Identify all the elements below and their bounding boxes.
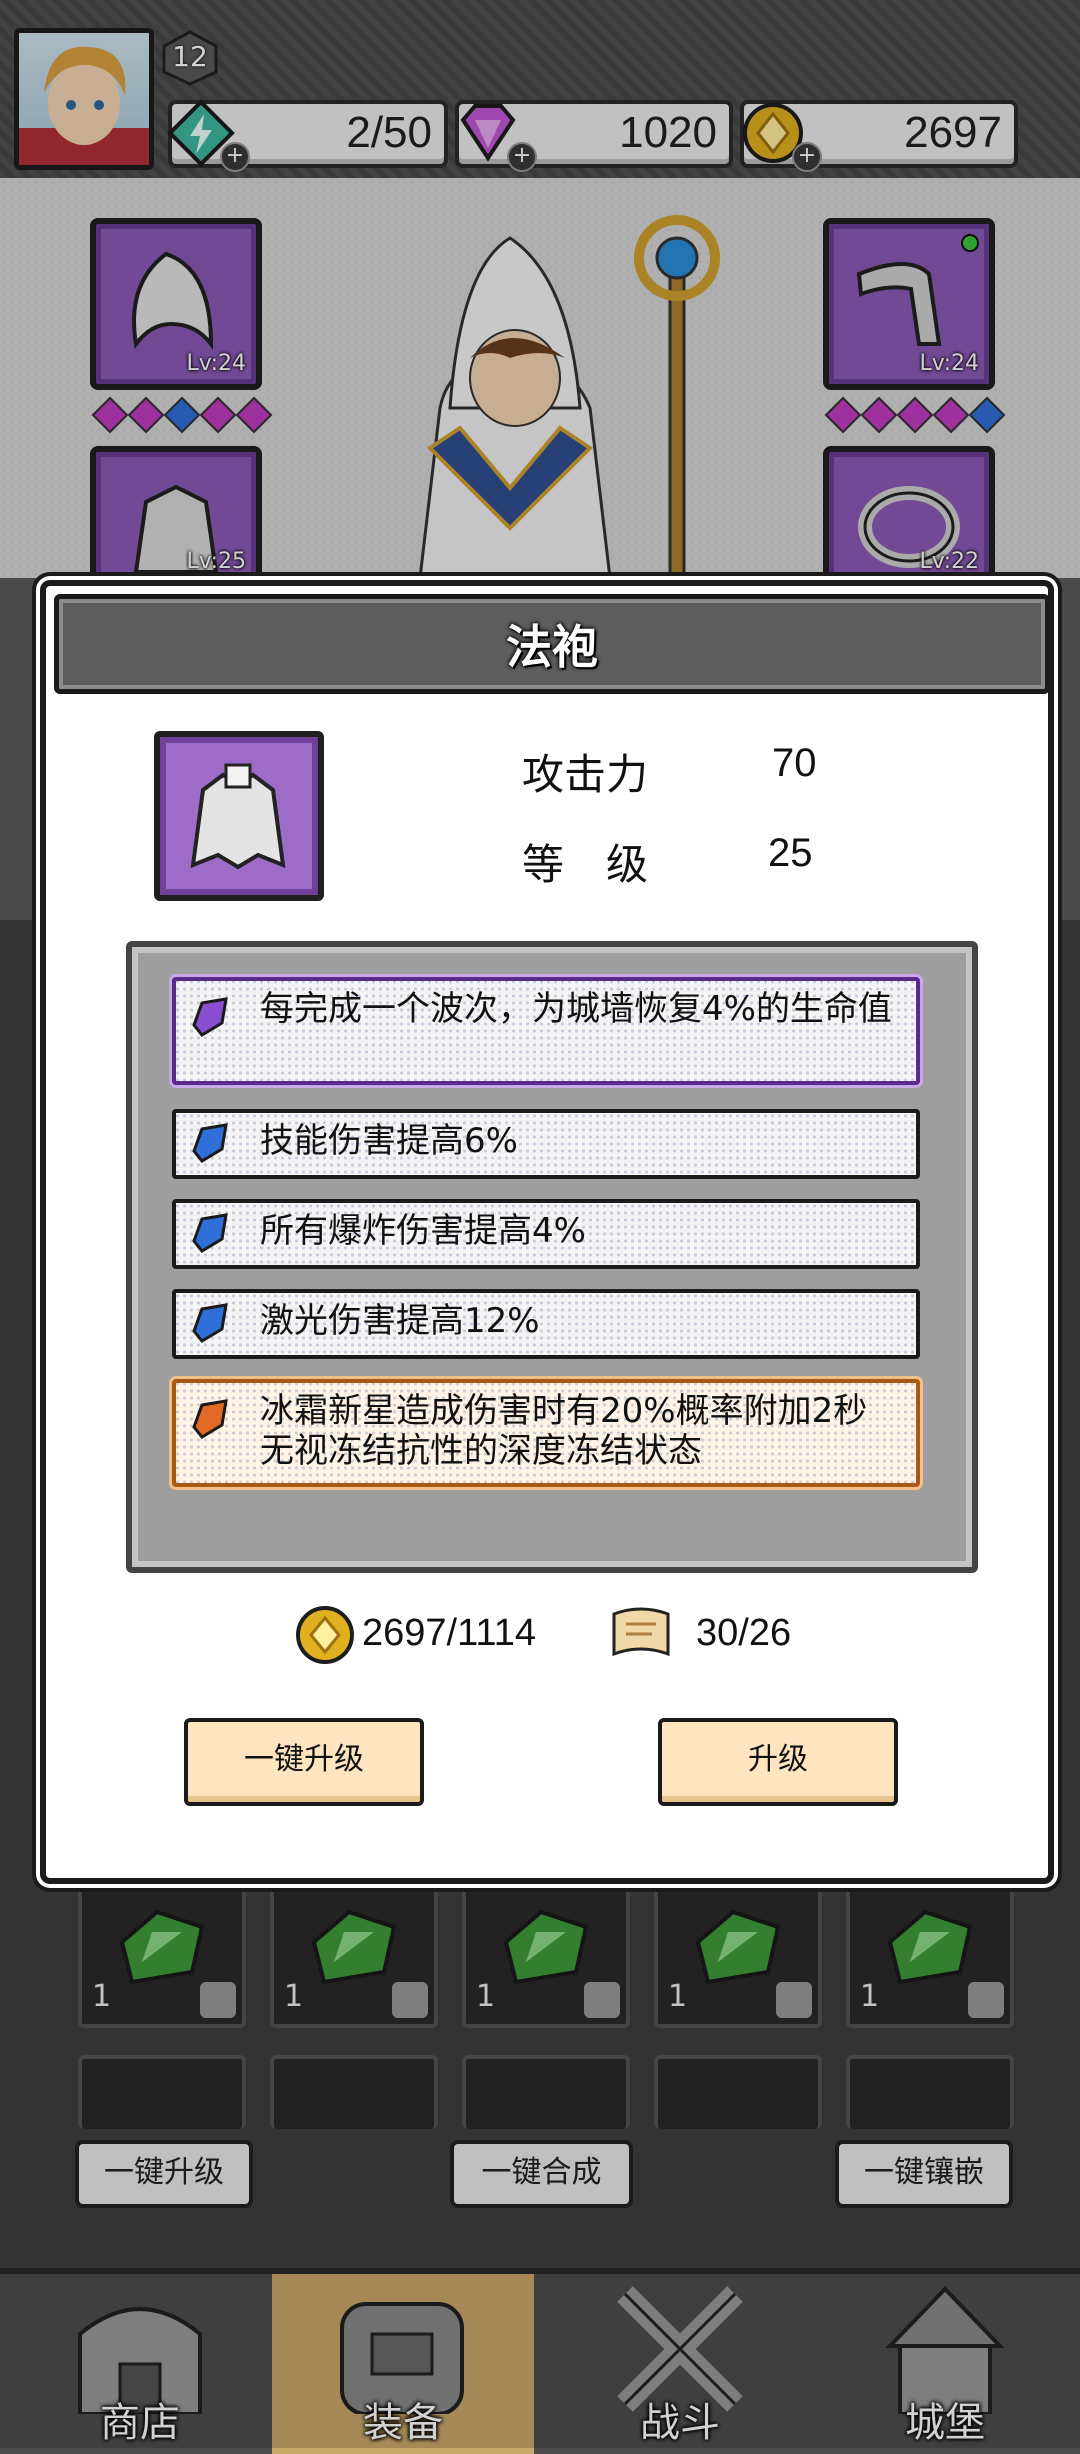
auto-upgrade-button[interactable]: 一键升级 (184, 1718, 424, 1806)
affix-item: 激光伤害提高12% (172, 1289, 920, 1359)
item-detail-modal: 法袍 攻击力 70 等 级 25 每完成一个波次，为城墙恢复4%的生命值 技能伤… (40, 580, 1054, 1884)
robe-icon (190, 763, 286, 870)
modal-title: 法袍 (506, 620, 598, 674)
stat-value-attack: 70 (772, 741, 817, 785)
affix-list: 每完成一个波次，为城墙恢复4%的生命值 技能伤害提高6% 所有爆炸伤害提高4% … (126, 941, 978, 1573)
scroll-cost: 30/26 (696, 1612, 792, 1654)
blue-crystal-icon (192, 1213, 228, 1253)
affix-item: 技能伤害提高6% (172, 1109, 920, 1179)
gold-coin-icon (296, 1606, 354, 1664)
modal-header: 法袍 (54, 594, 1050, 694)
orange-crystal-icon (192, 1399, 228, 1439)
affix-item: 所有爆炸伤害提高4% (172, 1199, 920, 1269)
affix-item: 冰霜新星造成伤害时有20%概率附加2秒无视冻结抗性的深度冻结状态 (172, 1379, 920, 1487)
stat-label-level: 等 级 (522, 840, 649, 889)
blue-crystal-icon (192, 1303, 228, 1343)
blue-crystal-icon (192, 1123, 228, 1163)
upgrade-button[interactable]: 升级 (658, 1718, 898, 1806)
item-icon (154, 731, 324, 901)
stat-label-attack: 攻击力 (522, 750, 649, 799)
gold-cost: 2697/1114 (362, 1612, 536, 1654)
scroll-icon (612, 1607, 670, 1657)
stat-value-level: 25 (768, 831, 813, 875)
purple-crystal-icon (192, 997, 228, 1037)
affix-item: 每完成一个波次，为城墙恢复4%的生命值 (172, 977, 920, 1085)
